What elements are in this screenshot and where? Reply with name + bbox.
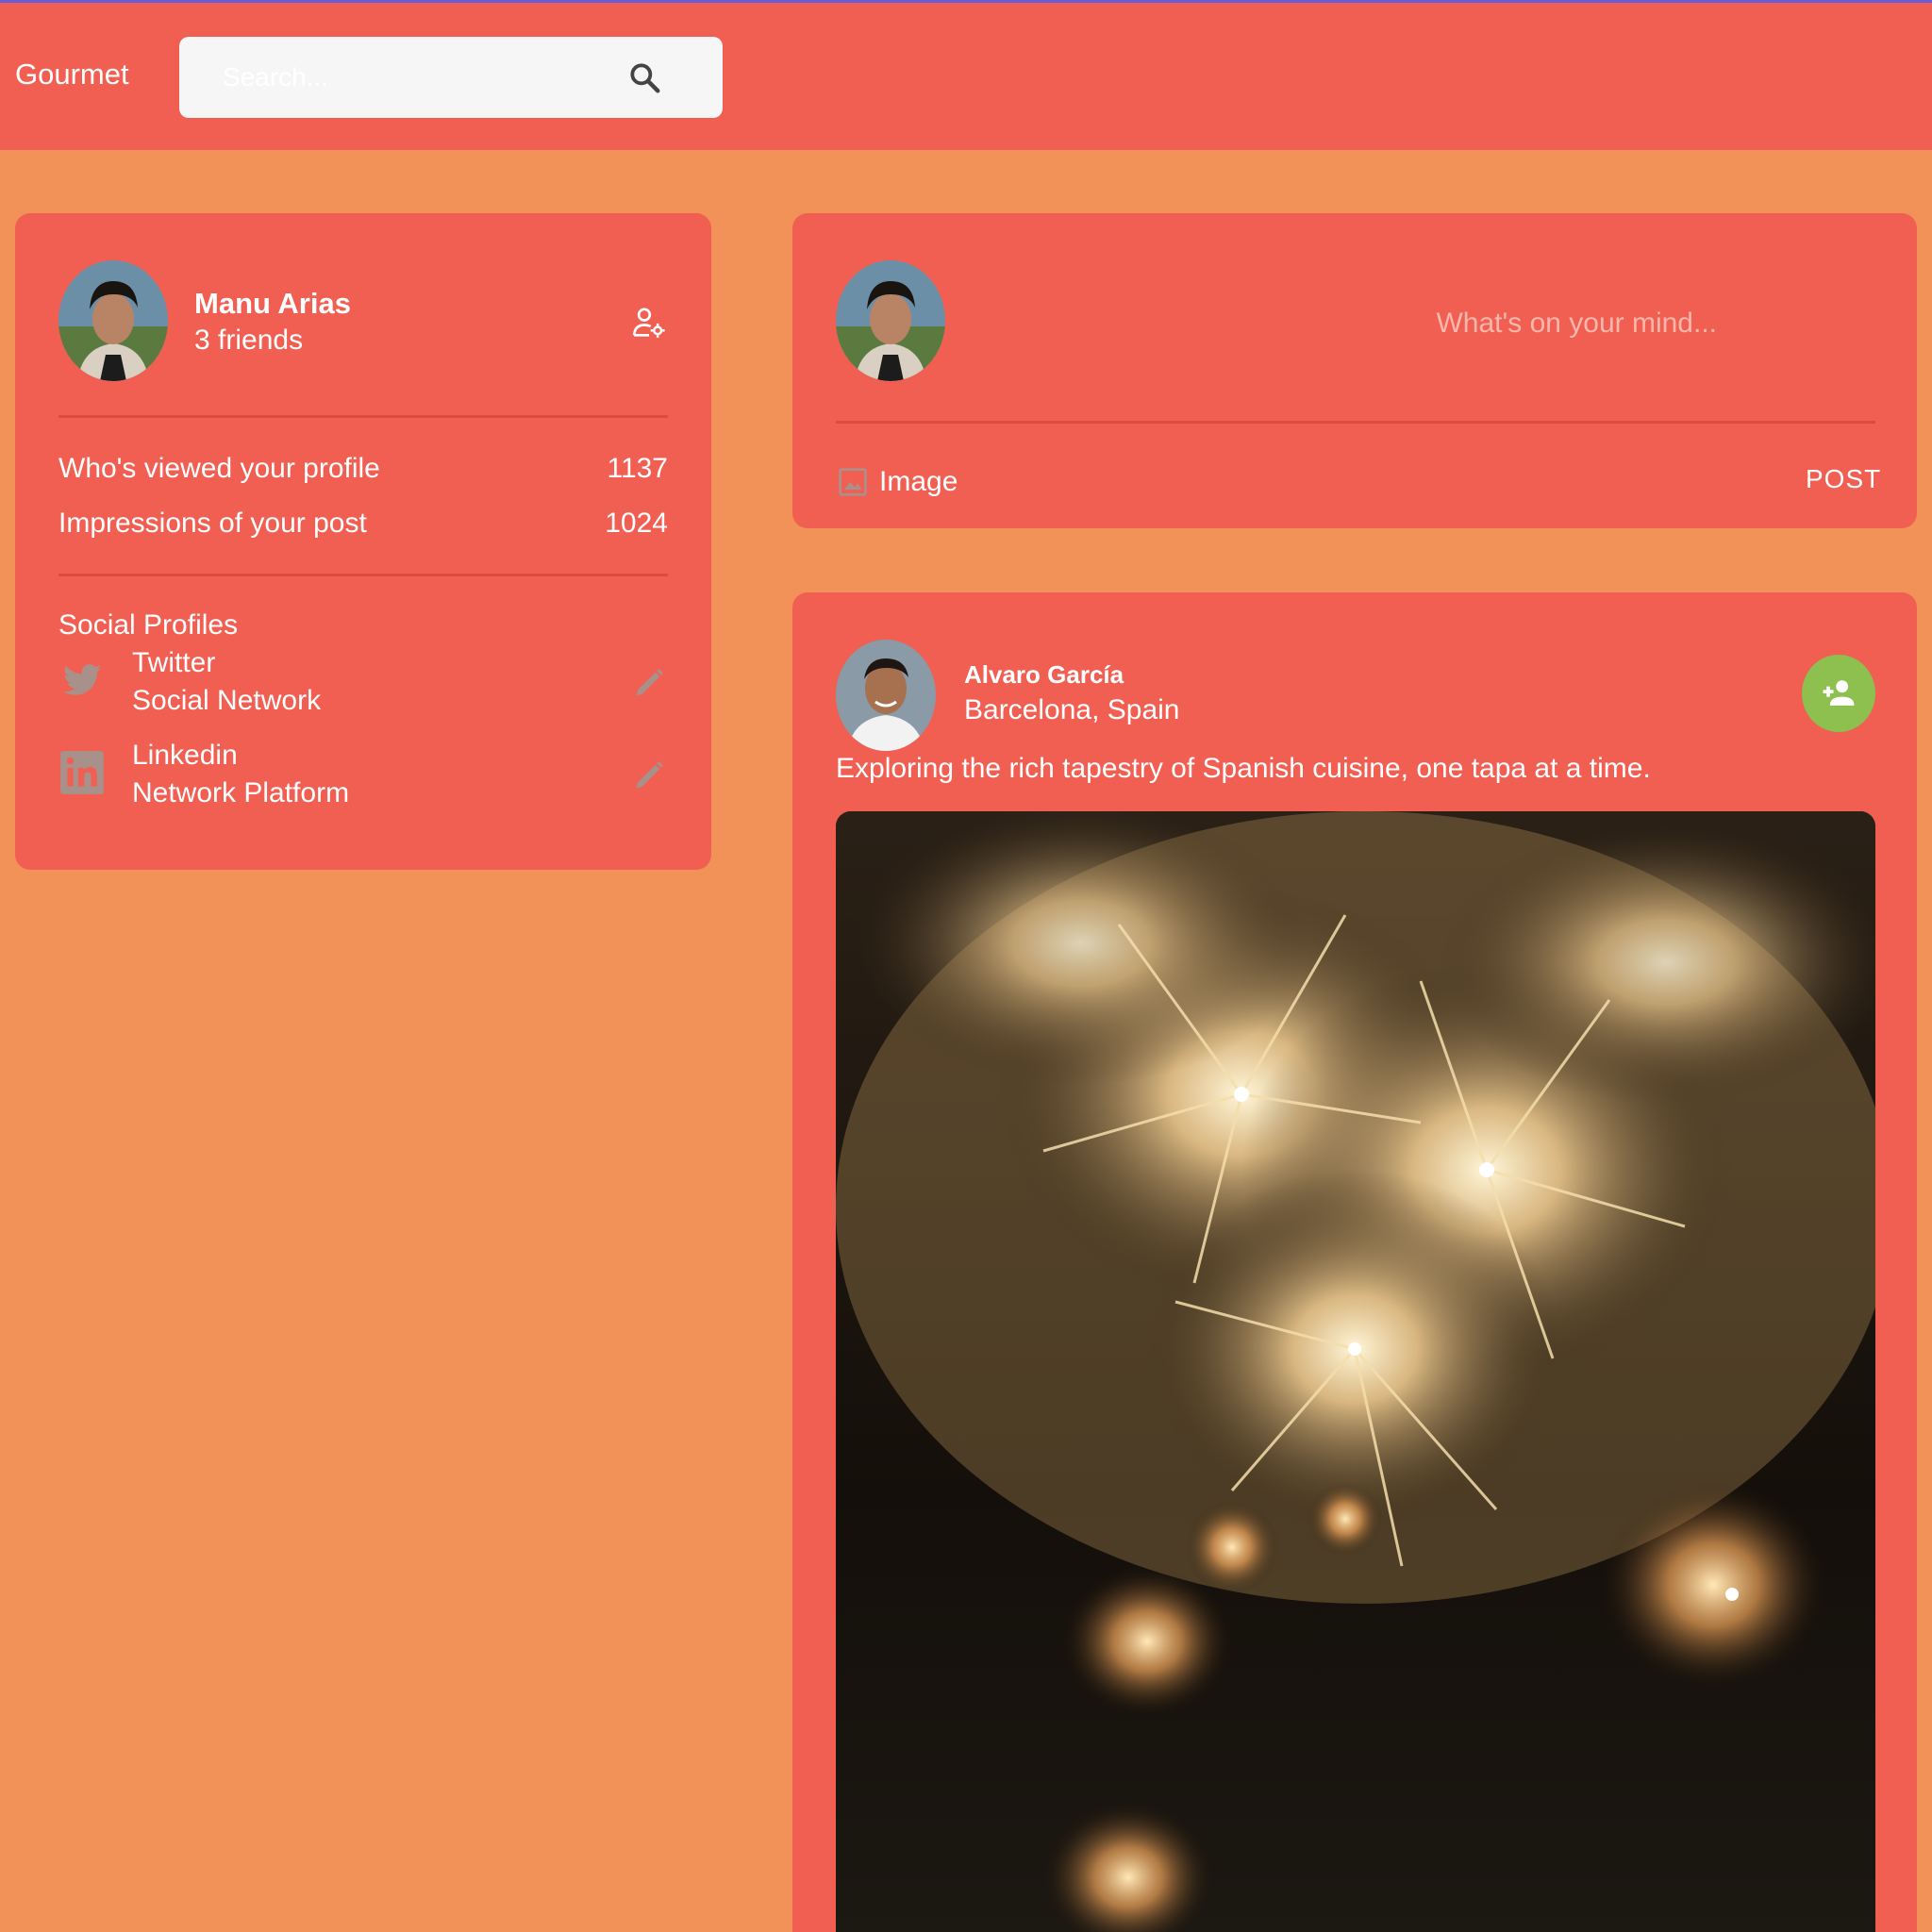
image-upload-label[interactable]: Image xyxy=(879,466,958,498)
profile-divider-2 xyxy=(58,574,668,576)
navbar: Gourmet xyxy=(0,3,1932,150)
composer-avatar xyxy=(836,260,945,381)
search-icon[interactable] xyxy=(626,59,662,95)
post-composer-input[interactable] xyxy=(1406,300,1717,347)
composer-divider xyxy=(836,421,1875,424)
profile-card: Manu Arias 3 friends Who's viewed your p… xyxy=(15,213,711,870)
post-card: Alvaro García Barcelona, Spain Exploring… xyxy=(792,592,1917,1932)
person-add-icon xyxy=(1823,680,1855,706)
stat-label-impressions: Impressions of your post xyxy=(58,508,367,539)
user-name[interactable]: Manu Arias xyxy=(194,287,351,321)
stat-label-profile-views: Who's viewed your profile xyxy=(58,453,380,484)
stat-value-impressions: 1024 xyxy=(605,508,668,539)
post-author-avatar[interactable] xyxy=(836,640,936,751)
friends-count: 3 friends xyxy=(194,325,304,356)
user-avatar[interactable] xyxy=(58,260,168,381)
composer-card: Image POST xyxy=(792,213,1917,528)
twitter-icon xyxy=(62,664,102,695)
social-profiles-heading: Social Profiles xyxy=(58,609,239,641)
add-friend-button[interactable] xyxy=(1802,655,1875,732)
social-linkedin-type: Network Platform xyxy=(132,777,350,808)
search-input[interactable] xyxy=(223,56,628,99)
social-twitter-name[interactable]: Twitter xyxy=(132,647,215,679)
image-icon[interactable] xyxy=(838,466,868,498)
search-box xyxy=(179,37,723,118)
manage-accounts-icon[interactable] xyxy=(630,304,668,341)
stat-value-profile-views: 1137 xyxy=(607,453,668,484)
edit-linkedin-icon[interactable] xyxy=(632,758,666,792)
post-button[interactable]: POST xyxy=(1806,464,1881,494)
brand-logo[interactable]: Gourmet xyxy=(15,58,129,92)
edit-twitter-icon[interactable] xyxy=(647,877,681,911)
post-location: Barcelona, Spain xyxy=(964,694,1180,725)
post-image[interactable] xyxy=(836,811,1875,1932)
fireworks-photo xyxy=(836,811,1875,1932)
linkedin-icon xyxy=(60,751,104,794)
social-linkedin-name[interactable]: Linkedin xyxy=(132,740,238,772)
post-author-name[interactable]: Alvaro García xyxy=(964,660,1124,690)
social-twitter-type: Social Network xyxy=(132,685,322,716)
profile-divider-1 xyxy=(58,415,668,418)
edit-twitter-icon[interactable] xyxy=(632,666,666,700)
post-text: Exploring the rich tapestry of Spanish c… xyxy=(836,753,1651,784)
